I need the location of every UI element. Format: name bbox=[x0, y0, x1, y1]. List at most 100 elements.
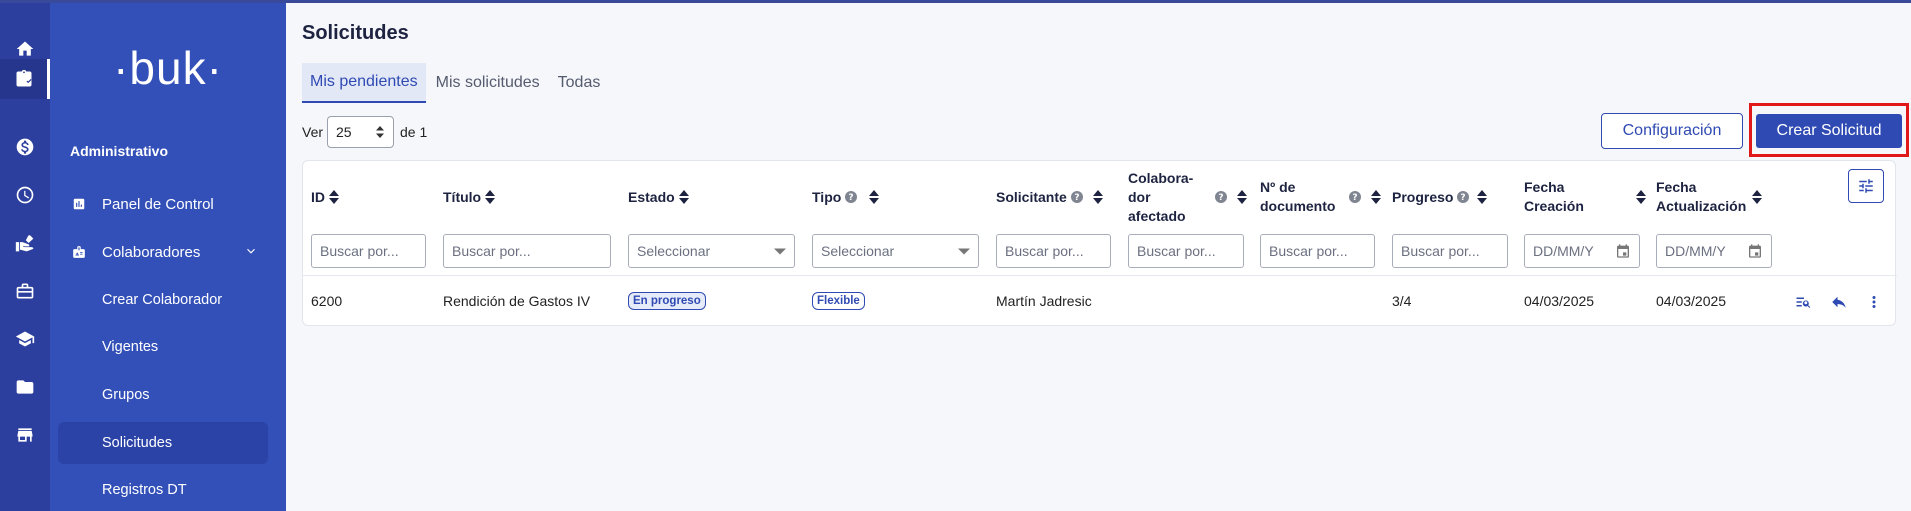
help-icon[interactable]: ? bbox=[1349, 191, 1362, 203]
sidebar-item-label: Registros DT bbox=[102, 482, 187, 498]
header-id[interactable]: ID bbox=[311, 161, 339, 233]
help-icon[interactable]: ? bbox=[845, 191, 858, 203]
header-progreso[interactable]: Progreso ? bbox=[1392, 161, 1488, 233]
header-line: Colabora- bbox=[1128, 169, 1194, 186]
sidebar-item-colaboradores[interactable]: Colaboradores bbox=[58, 231, 268, 273]
rail-clock[interactable] bbox=[0, 175, 50, 215]
header-label: Colabora- dor afectado bbox=[1128, 169, 1193, 226]
header-estado[interactable]: Estado bbox=[628, 161, 689, 233]
filter-placeholder: Buscar por... bbox=[1401, 243, 1480, 259]
column-settings-button[interactable] bbox=[1848, 169, 1884, 203]
sort-icon bbox=[485, 190, 496, 204]
money-icon bbox=[16, 138, 34, 156]
filter-tipo-select[interactable]: Seleccionar bbox=[812, 234, 979, 268]
header-label: Estado bbox=[628, 188, 675, 205]
main-content: Solicitudes Mis pendientes Mis solicitud… bbox=[286, 3, 1911, 511]
rail-money[interactable] bbox=[0, 127, 50, 167]
tab-mis-solicitudes[interactable]: Mis solicitudes bbox=[428, 63, 548, 103]
rail-briefcase[interactable] bbox=[0, 271, 50, 311]
header-label: Nº de documento bbox=[1260, 178, 1335, 216]
header-tipo[interactable]: Tipo ? bbox=[812, 161, 880, 233]
configuracion-button[interactable]: Configuración bbox=[1601, 113, 1743, 149]
filter-placeholder: DD/MM/Y bbox=[1665, 243, 1726, 259]
header-line: dor bbox=[1128, 188, 1151, 205]
crear-solicitud-button[interactable]: Crear Solicitud bbox=[1756, 114, 1902, 148]
header-line: Nº de bbox=[1260, 179, 1296, 195]
page-title: Solicitudes bbox=[302, 22, 409, 44]
filter-placeholder: Seleccionar bbox=[821, 243, 895, 259]
more-options-button[interactable] bbox=[1865, 293, 1883, 311]
header-line: Fecha bbox=[1656, 179, 1697, 195]
cell-progreso: 3/4 bbox=[1392, 293, 1412, 309]
header-line: Fecha bbox=[1524, 179, 1565, 195]
section-title: Administrativo bbox=[70, 143, 169, 159]
sort-icon bbox=[1477, 190, 1488, 204]
folder-icon bbox=[16, 380, 34, 394]
buk-logo[interactable]: ·buk· bbox=[50, 41, 286, 95]
filter-placeholder: DD/MM/Y bbox=[1533, 243, 1594, 259]
sidebar: ·buk· Administrativo Panel de Control Co… bbox=[50, 3, 286, 511]
filter-progreso[interactable]: Buscar por... bbox=[1392, 234, 1508, 268]
bar-chart-icon bbox=[73, 198, 85, 210]
reply-button[interactable] bbox=[1830, 293, 1848, 311]
rail-clipboard[interactable] bbox=[0, 59, 50, 99]
chevron-down-icon[interactable] bbox=[244, 244, 258, 258]
header-label: Fecha Actualización bbox=[1656, 178, 1746, 216]
page-size-select[interactable]: 25 bbox=[327, 116, 395, 148]
page-count-label: de 1 bbox=[400, 124, 428, 140]
sidebar-item-vigentes[interactable]: Vigentes bbox=[58, 326, 268, 368]
header-solicitante[interactable]: Solicitante ? bbox=[996, 161, 1103, 233]
sort-icon bbox=[869, 190, 880, 204]
filter-estado-select[interactable]: Seleccionar bbox=[628, 234, 795, 268]
cell-tipo: Flexible bbox=[812, 276, 865, 326]
status-badge: En progreso bbox=[628, 292, 706, 310]
header-colaborador-afectado[interactable]: Colabora- dor afectado ? bbox=[1128, 161, 1248, 233]
calendar-icon[interactable] bbox=[1747, 243, 1763, 259]
clock-icon bbox=[16, 186, 34, 204]
filter-fecha-actualizacion[interactable]: DD/MM/Y bbox=[1656, 234, 1772, 268]
cell-fecha-creacion: 04/03/2025 bbox=[1524, 293, 1595, 309]
sidebar-item-label: Solicitudes bbox=[102, 435, 173, 451]
help-icon[interactable]: ? bbox=[1457, 191, 1470, 203]
help-icon[interactable]: ? bbox=[1215, 191, 1228, 203]
header-titulo[interactable]: Título bbox=[443, 161, 496, 233]
filter-colaborador[interactable]: Buscar por... bbox=[1128, 234, 1244, 268]
filter-solicitante[interactable]: Buscar por... bbox=[996, 234, 1111, 268]
view-detail-button[interactable] bbox=[1795, 293, 1813, 311]
tab-mis-pendientes[interactable]: Mis pendientes bbox=[302, 63, 426, 103]
sidebar-item-grupos[interactable]: Grupos bbox=[58, 374, 268, 416]
sidebar-item-label: Crear Colaborador bbox=[102, 292, 223, 308]
sidebar-item-solicitudes[interactable]: Solicitudes bbox=[58, 422, 268, 464]
filter-id[interactable]: Buscar por... bbox=[311, 234, 426, 268]
sidebar-item-label: Vigentes bbox=[102, 339, 159, 355]
header-fecha-actualizacion[interactable]: Fecha Actualización bbox=[1656, 161, 1763, 233]
caret-down-icon bbox=[774, 248, 786, 255]
tab-todas[interactable]: Todas bbox=[550, 63, 609, 103]
sidebar-item-registros-dt[interactable]: Registros DT bbox=[58, 469, 268, 511]
sidebar-item-crear-colaborador[interactable]: Crear Colaborador bbox=[58, 279, 268, 321]
id-card-icon bbox=[73, 246, 85, 258]
sort-icon bbox=[1092, 190, 1103, 204]
cell-id: 6200 bbox=[311, 293, 343, 309]
rail-hand[interactable] bbox=[0, 223, 50, 263]
filter-fecha-creacion[interactable]: DD/MM/Y bbox=[1524, 234, 1640, 268]
filter-placeholder: Buscar por... bbox=[1137, 243, 1216, 259]
svg-text:?: ? bbox=[1219, 193, 1224, 203]
calendar-icon[interactable] bbox=[1615, 243, 1631, 259]
help-icon[interactable]: ? bbox=[1070, 191, 1083, 203]
rail-store[interactable] bbox=[0, 415, 50, 455]
briefcase-icon bbox=[16, 283, 34, 299]
header-documento[interactable]: Nº de documento ? bbox=[1260, 161, 1382, 233]
rail-graduation[interactable] bbox=[0, 319, 50, 359]
sort-icon bbox=[1752, 190, 1763, 204]
sort-arrows-icon bbox=[376, 126, 385, 138]
page-size-value: 25 bbox=[336, 124, 352, 140]
tabs: Mis pendientes Mis solicitudes Todas bbox=[302, 63, 610, 103]
header-fecha-creacion[interactable]: Fecha Creación bbox=[1524, 161, 1646, 233]
cell-solicitante: Martín Jadresic bbox=[996, 293, 1092, 309]
sidebar-item-panel-de-control[interactable]: Panel de Control bbox=[58, 183, 268, 225]
filter-documento[interactable]: Buscar por... bbox=[1260, 234, 1375, 268]
filter-titulo[interactable]: Buscar por... bbox=[443, 234, 611, 268]
icon-rail bbox=[0, 3, 50, 511]
rail-folder[interactable] bbox=[0, 367, 50, 407]
